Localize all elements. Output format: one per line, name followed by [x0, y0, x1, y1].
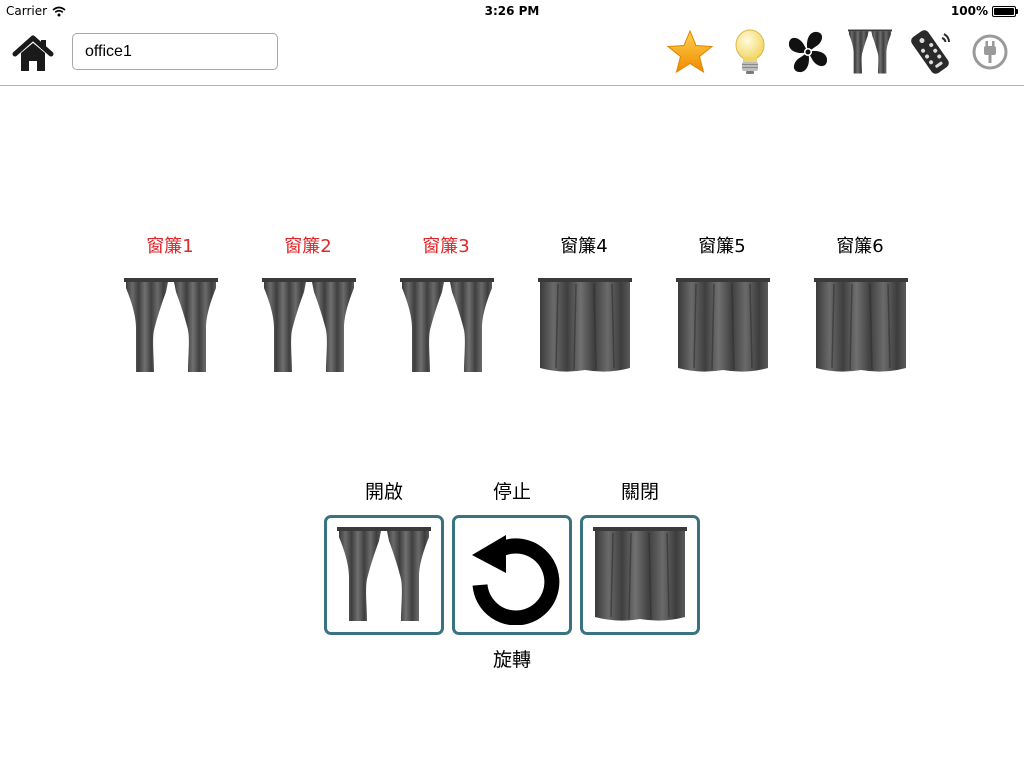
curtains-button[interactable] [846, 28, 894, 76]
lights-button[interactable] [726, 28, 774, 76]
curtain-open-icon [124, 278, 218, 374]
curtain-open-icon [400, 278, 494, 374]
rotate-icon [472, 535, 560, 625]
open-button[interactable] [324, 515, 444, 635]
power-plug-icon [972, 34, 1008, 70]
home-button[interactable] [10, 32, 56, 76]
toolbar [0, 22, 1024, 86]
remote-icon [911, 30, 950, 74]
status-right: 100% [951, 4, 1018, 18]
curtain-open-icon [337, 527, 431, 623]
power-button[interactable] [966, 28, 1014, 76]
fan-button[interactable] [784, 28, 832, 76]
stop-rotate-button[interactable] [452, 515, 572, 635]
stop-label: 停止 [492, 481, 531, 503]
favorites-button[interactable] [666, 28, 714, 76]
close-button[interactable] [580, 515, 700, 635]
fan-icon [788, 31, 828, 73]
remote-button[interactable] [906, 28, 954, 76]
room-name-input[interactable] [72, 33, 278, 70]
curtain-item-4[interactable]: 窗簾4 [524, 232, 644, 382]
rotate-label: 旋轉 [492, 649, 531, 671]
curtain-label: 窗簾6 [836, 236, 884, 257]
curtain-item-5[interactable]: 窗簾5 [662, 232, 782, 382]
close-label: 關閉 [620, 481, 659, 503]
curtain-item-1[interactable]: 窗簾1 [110, 232, 230, 382]
battery-percent: 100% [950, 4, 988, 18]
status-bar: Carrier 3:26 PM 100% [0, 0, 1024, 22]
curtain-label: 窗簾3 [422, 236, 470, 257]
curtain-closed-icon [538, 278, 632, 374]
curtain-closed-icon [814, 278, 908, 374]
curtain-label: 窗簾4 [560, 236, 608, 257]
curtain-item-6[interactable]: 窗簾6 [800, 232, 920, 382]
curtain-label: 窗簾2 [284, 236, 332, 257]
curtain-item-3[interactable]: 窗簾3 [386, 232, 506, 382]
curtain-item-2[interactable]: 窗簾2 [248, 232, 368, 382]
curtain-closed-icon [593, 527, 687, 623]
curtain-closed-icon [676, 278, 770, 374]
open-label: 開啟 [364, 481, 403, 503]
lightbulb-icon [735, 29, 765, 74]
star-icon [666, 29, 714, 74]
home-icon [12, 35, 54, 71]
curtain-label: 窗簾1 [146, 236, 194, 257]
curtain-label: 窗簾5 [698, 236, 746, 257]
curtain-icon [848, 29, 892, 75]
battery-icon [992, 5, 1018, 17]
status-time: 3:26 PM [484, 4, 540, 18]
curtain-open-icon [262, 278, 356, 374]
